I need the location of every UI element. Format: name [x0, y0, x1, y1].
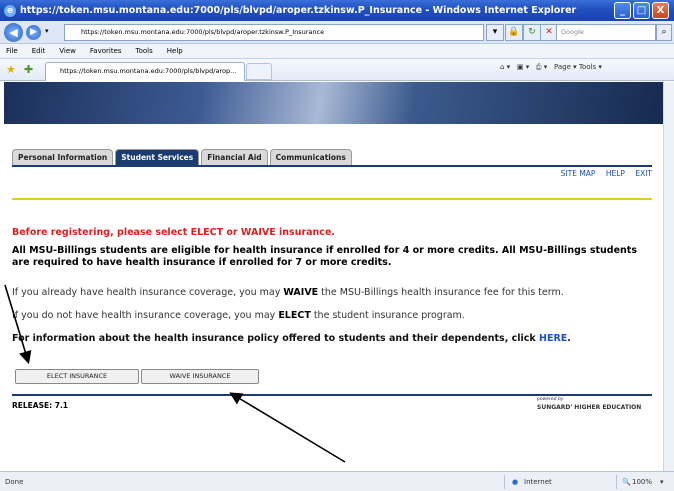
waive-insurance-button[interactable]: WAIVE INSURANCE [141, 369, 259, 384]
help-link[interactable]: HELP [606, 169, 625, 178]
menu-bar: File Edit View Favorites Tools Help [0, 44, 674, 59]
close-button[interactable]: X [652, 2, 669, 19]
search-button[interactable]: ⌕ [656, 24, 672, 41]
release-label: RELEASE: 7.1 [12, 401, 69, 410]
address-input[interactable]: https://token.msu.montana.edu:7000/pls/b… [64, 24, 484, 41]
refresh-button[interactable]: ↻ [523, 24, 541, 41]
history-dropdown-icon[interactable]: ▾ [45, 27, 49, 35]
forward-button[interactable]: ▶ [26, 25, 41, 40]
status-separator [504, 475, 505, 489]
status-bar: Done ● Internet 🔍 100% ▾ [0, 471, 674, 491]
tab-personal-information[interactable]: Personal Information [12, 149, 114, 165]
add-favorites-icon[interactable]: ✚ [24, 63, 33, 76]
page-tabs: Personal Information Student Services Fi… [12, 149, 352, 165]
page-banner [4, 82, 663, 124]
lock-icon[interactable]: 🔒 [505, 24, 523, 41]
command-bar: ⌂ ▾ ▣ ▾ ⎙ ▾ Page ▾ Tools ▾ [500, 63, 602, 72]
waive-text-pre: If you already have health insurance cov… [12, 287, 284, 298]
print-icon[interactable]: ⎙ ▾ [536, 63, 547, 71]
feeds-icon[interactable]: ▣ ▾ [517, 63, 529, 71]
minimize-button[interactable]: _ [614, 2, 631, 19]
back-button[interactable]: ◀ [4, 23, 23, 42]
ie-logo-icon: e [4, 4, 16, 17]
browser-window: e https://token.msu.montana.edu:7000/pls… [0, 0, 674, 491]
info-paragraph: For information about the health insuran… [12, 333, 662, 344]
search-placeholder: Google [561, 28, 584, 36]
menu-tools[interactable]: Tools [136, 47, 153, 55]
footer-divider [12, 394, 652, 396]
sungard-logo: SUNGARD' HIGHER EDUCATION [537, 404, 642, 411]
menu-help[interactable]: Help [167, 47, 183, 55]
exit-link[interactable]: EXIT [635, 169, 652, 178]
elect-text-pre: If you do not have health insurance cove… [12, 310, 279, 321]
vertical-scrollbar[interactable] [663, 82, 674, 471]
status-text: Done [5, 478, 24, 486]
tab-financial-aid[interactable]: Financial Aid [201, 149, 268, 165]
favorites-star-icon[interactable]: ★ [6, 63, 16, 76]
tab-divider [12, 165, 652, 167]
window-title: https://token.msu.montana.edu:7000/pls/b… [20, 5, 577, 16]
zoom-icon: 🔍 [622, 478, 631, 486]
eligibility-text: All MSU-Billings students are eligible f… [12, 245, 638, 268]
waive-text-post: the MSU-Billings health insurance fee fo… [318, 287, 564, 298]
elect-keyword: ELECT [278, 310, 311, 321]
tab-communications[interactable]: Communications [269, 149, 352, 165]
top-links: SITE MAP HELP EXIT [12, 169, 652, 178]
info-text-pre: For information about the health insuran… [12, 333, 540, 344]
yellow-divider [12, 198, 652, 200]
insurance-warning: Before registering, please select ELECT … [12, 227, 335, 238]
powered-by-label: powered by [537, 397, 564, 402]
menu-favorites[interactable]: Favorites [90, 47, 122, 55]
zone-text: Internet [524, 478, 552, 486]
browser-tab[interactable]: https://token.msu.montana.edu:7000/pls/b… [45, 62, 245, 81]
tab-title: https://token.msu.montana.edu:7000/pls/b… [60, 67, 237, 75]
site-map-link[interactable]: SITE MAP [561, 169, 596, 178]
new-tab-button[interactable] [246, 63, 272, 80]
address-toolbar: ◀ ▶ ▾ https://token.msu.montana.edu:7000… [0, 21, 674, 44]
search-input[interactable]: Google [556, 24, 656, 41]
elect-insurance-button[interactable]: ELECT INSURANCE [15, 369, 139, 384]
page-tools-menu[interactable]: Page ▾ Tools ▾ [554, 63, 602, 71]
maximize-button[interactable]: □ [633, 2, 650, 19]
title-bar: e https://token.msu.montana.edu:7000/pls… [0, 0, 674, 21]
home-icon[interactable]: ⌂ ▾ [500, 63, 510, 71]
elect-text-post: the student insurance program. [310, 310, 465, 321]
zoom-dropdown-icon[interactable]: ▾ [660, 478, 664, 486]
tab-student-services[interactable]: Student Services [115, 149, 200, 165]
info-text-post: . [567, 333, 571, 344]
here-link[interactable]: HERE [539, 333, 567, 344]
elect-paragraph: If you do not have health insurance cove… [12, 310, 662, 321]
globe-icon: ● [512, 478, 519, 486]
arrow-to-waive [229, 392, 346, 463]
zoom-level[interactable]: 100% [632, 478, 652, 486]
menu-view[interactable]: View [59, 47, 76, 55]
address-text: https://token.msu.montana.edu:7000/pls/b… [81, 28, 325, 36]
favorites-bar: ★ ✚ https://token.msu.montana.edu:7000/p… [0, 59, 674, 81]
address-dropdown-button[interactable]: ▾ [486, 24, 504, 41]
waive-paragraph: If you already have health insurance cov… [12, 287, 662, 298]
status-separator [616, 475, 617, 489]
menu-edit[interactable]: Edit [32, 47, 46, 55]
menu-file[interactable]: File [6, 47, 18, 55]
waive-keyword: WAIVE [283, 287, 319, 298]
